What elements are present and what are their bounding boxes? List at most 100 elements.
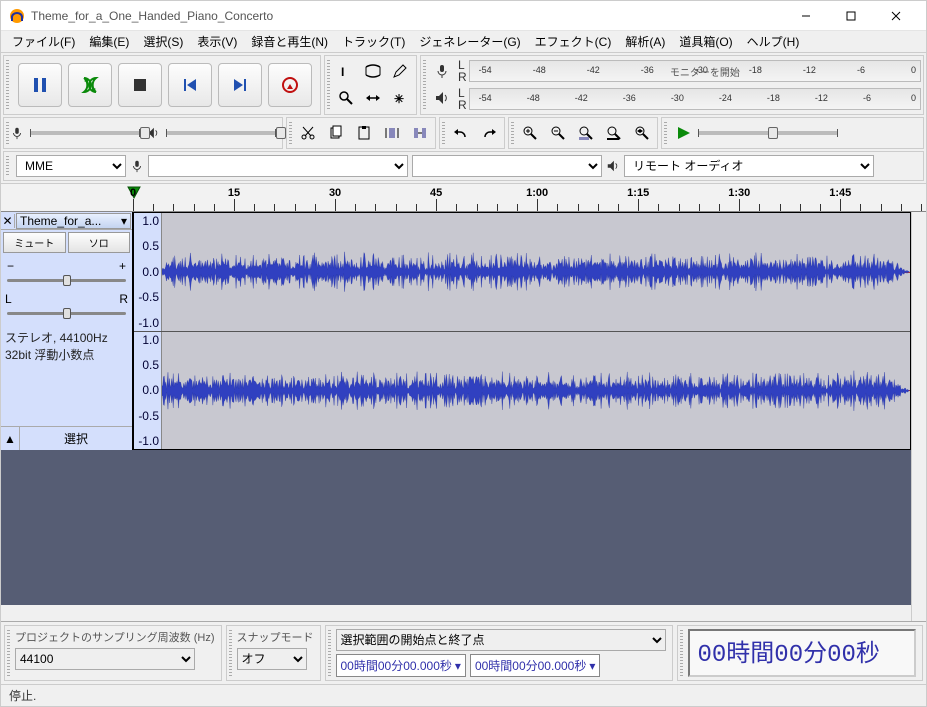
h-scrollbar[interactable] <box>1 605 911 621</box>
edit-toolbar <box>286 117 436 149</box>
playhead-toolbar <box>661 117 924 149</box>
maximize-button[interactable] <box>828 1 873 31</box>
timeshift-tool-icon[interactable] <box>360 85 386 111</box>
track-menu-button[interactable]: Theme_for_a...▾ <box>16 213 131 229</box>
speaker-meter-icon[interactable] <box>429 85 455 111</box>
zoom-toggle-icon[interactable] <box>629 120 655 146</box>
undo-toolbar <box>439 117 505 149</box>
track-select-button[interactable]: 選択 <box>19 427 132 450</box>
zoom-tool-icon[interactable] <box>333 85 359 111</box>
track-close-button[interactable]: ✕ <box>1 214 15 228</box>
paste-icon[interactable] <box>351 120 377 146</box>
silence-icon[interactable] <box>407 120 433 146</box>
rec-meter[interactable]: -54-48-42-36-30-18-12-60 モニターを開始 <box>469 60 921 82</box>
status-text: 停止. <box>9 687 36 704</box>
track-control-panel: ✕ Theme_for_a...▾ ミュート ソロ −+ LR <box>1 212 133 450</box>
snap-select[interactable]: オフ <box>237 648 307 670</box>
mic-icon <box>10 126 24 140</box>
pan-l-label: L <box>5 292 12 306</box>
collapse-button[interactable]: ▲ <box>1 432 19 446</box>
rec-meter-hint: モニターを開始 <box>670 64 740 79</box>
mic-meter-icon[interactable] <box>429 58 455 84</box>
selection-tool-icon[interactable]: I <box>333 58 359 84</box>
track-name-label: Theme_for_a... <box>20 214 101 228</box>
zoom-out-icon[interactable] <box>545 120 571 146</box>
multi-tool-icon[interactable]: ✳ <box>387 85 413 111</box>
audacity-logo-icon <box>9 8 25 24</box>
menu-view[interactable]: 表示(V) <box>190 30 244 53</box>
pan-r-label: R <box>119 292 128 306</box>
record-button[interactable] <box>268 63 312 107</box>
menu-bar: ファイル(F) 編集(E) 選択(S) 表示(V) 録音と再生(N) トラック(… <box>1 31 926 53</box>
waveform-area[interactable]: 1.00.50.0-0.5-1.0 1.00.50.0-0.5-1.0 <box>133 212 911 450</box>
copy-icon[interactable] <box>323 120 349 146</box>
menu-tracks[interactable]: トラック(T) <box>335 30 412 53</box>
rec-meter-toolbar: LR -54-48-42-36-30-18-12-60 モニターを開始 LR -… <box>420 55 924 115</box>
wave-scale-left: 1.00.50.0-0.5-1.0 <box>134 213 162 331</box>
window-title: Theme_for_a_One_Handed_Piano_Concerto <box>31 9 783 23</box>
title-bar: Theme_for_a_One_Handed_Piano_Concerto <box>1 1 926 31</box>
play-button[interactable] <box>68 63 112 107</box>
play-meter[interactable]: -54-48-42-36-30-24-18-12-60 <box>469 88 921 110</box>
mic-icon <box>130 159 144 173</box>
play-volume-slider[interactable] <box>166 131 276 135</box>
zoom-sel-icon[interactable] <box>573 120 599 146</box>
menu-generate[interactable]: ジェネレーター(G) <box>412 30 527 53</box>
gain-slider[interactable] <box>7 279 126 282</box>
selection-end-input[interactable]: 00時間00分00.000秒▾ <box>470 654 600 677</box>
play-at-speed-icon[interactable] <box>670 120 696 146</box>
host-api-select[interactable]: MME <box>16 155 126 177</box>
zoom-in-icon[interactable] <box>517 120 543 146</box>
play-device-select[interactable]: リモート オーディオ <box>624 155 874 177</box>
audio-position-display[interactable]: 00時間00分00秒 <box>688 629 917 677</box>
menu-transport[interactable]: 録音と再生(N) <box>244 30 335 53</box>
svg-text:✳: ✳ <box>394 92 404 106</box>
toolbars: I ✳ LR -54-48-42-36-30-18-12-60 モニターを開始 <box>1 53 926 184</box>
status-bar: 停止. <box>1 684 926 706</box>
menu-select[interactable]: 選択(S) <box>136 30 190 53</box>
track-format-label: ステレオ, 44100Hz 32bit 浮動小数点 <box>1 325 132 367</box>
speaker-icon <box>606 159 620 173</box>
menu-file[interactable]: ファイル(F) <box>5 30 82 53</box>
selection-start-input[interactable]: 00時間00分00.000秒▾ <box>336 654 466 677</box>
cut-icon[interactable] <box>295 120 321 146</box>
rate-label: プロジェクトのサンプリング周波数 (Hz) <box>15 629 215 645</box>
playback-speed-slider[interactable] <box>698 131 838 135</box>
minimize-button[interactable] <box>783 1 828 31</box>
rec-volume-slider[interactable] <box>30 131 140 135</box>
device-toolbar: MME リモート オーディオ <box>3 151 924 181</box>
rec-channels-select[interactable] <box>412 155 602 177</box>
v-scrollbar[interactable] <box>911 212 926 621</box>
zoom-fit-icon[interactable] <box>601 120 627 146</box>
mute-button[interactable]: ミュート <box>3 232 66 253</box>
tools-toolbar: I ✳ <box>324 55 417 115</box>
tracks-area: ✕ Theme_for_a...▾ ミュート ソロ −+ LR <box>1 212 911 605</box>
snap-label: スナップモード <box>237 629 314 645</box>
selection-toolbar: プロジェクトのサンプリング周波数 (Hz) 44100 スナップモード オフ 選… <box>1 621 926 684</box>
wave-scale-right: 1.00.50.0-0.5-1.0 <box>134 332 162 450</box>
pan-slider[interactable] <box>7 312 126 315</box>
pause-button[interactable] <box>18 63 62 107</box>
close-button[interactable] <box>873 1 918 31</box>
menu-analyze[interactable]: 解析(A) <box>618 30 672 53</box>
menu-edit[interactable]: 編集(E) <box>82 30 136 53</box>
trim-icon[interactable] <box>379 120 405 146</box>
menu-help[interactable]: ヘルプ(H) <box>740 30 807 53</box>
draw-tool-icon[interactable] <box>387 58 413 84</box>
menu-effect[interactable]: エフェクト(C) <box>528 30 619 53</box>
selection-mode-select[interactable]: 選択範囲の開始点と終了点 <box>336 629 666 651</box>
skip-end-button[interactable] <box>218 63 262 107</box>
skip-start-button[interactable] <box>168 63 212 107</box>
mixer-toolbar <box>3 117 283 149</box>
envelope-tool-icon[interactable] <box>360 58 386 84</box>
undo-icon[interactable] <box>448 120 474 146</box>
rec-device-select[interactable] <box>148 155 408 177</box>
timeline-ruler[interactable]: 01530451:001:151:301:45 <box>1 184 926 212</box>
stop-button[interactable] <box>118 63 162 107</box>
project-rate-select[interactable]: 44100 <box>15 648 195 670</box>
transport-toolbar <box>3 55 321 115</box>
redo-icon[interactable] <box>476 120 502 146</box>
menu-tools[interactable]: 道具箱(O) <box>672 30 739 53</box>
track-row: ✕ Theme_for_a...▾ ミュート ソロ −+ LR <box>1 212 911 450</box>
solo-button[interactable]: ソロ <box>68 232 131 253</box>
